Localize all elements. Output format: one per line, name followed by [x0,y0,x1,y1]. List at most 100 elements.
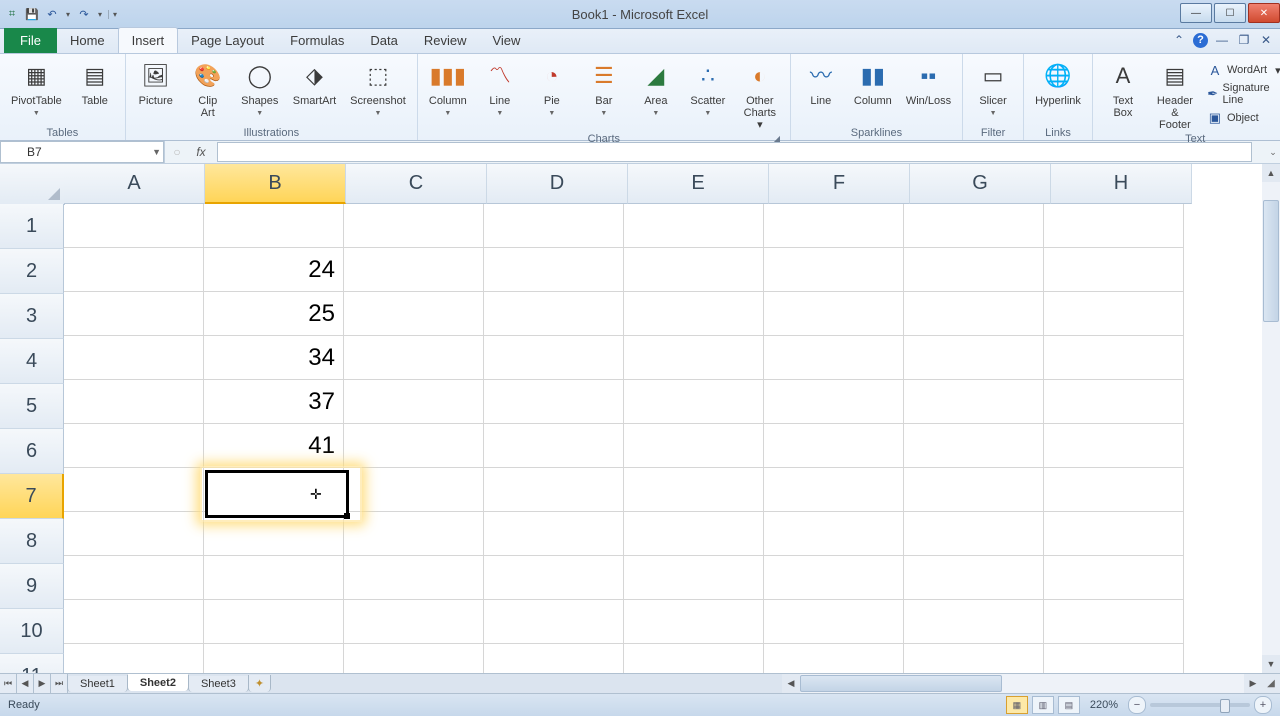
cell-A10[interactable] [64,600,204,644]
redo-dropdown-icon[interactable]: ▾ [96,10,104,19]
cell-G8[interactable] [904,512,1044,556]
cell-H7[interactable] [1044,468,1184,512]
cell-E9[interactable] [624,556,764,600]
horizontal-scrollbar[interactable]: ◀ ▶ [782,674,1262,693]
cell-H9[interactable] [1044,556,1184,600]
cell-B4[interactable]: 34 [204,336,344,380]
cell-C5[interactable] [344,380,484,424]
column-header-E[interactable]: E [628,164,769,204]
cell-C3[interactable] [344,292,484,336]
cell-A8[interactable] [64,512,204,556]
tab-page-layout[interactable]: Page Layout [178,28,277,53]
column-header-B[interactable]: B [205,164,346,204]
cell-E5[interactable] [624,380,764,424]
tab-home[interactable]: Home [57,28,118,53]
cell-A1[interactable] [64,204,204,248]
row-header-6[interactable]: 6 [0,429,64,474]
row-header-1[interactable]: 1 [0,204,64,249]
tab-insert[interactable]: Insert [118,27,179,53]
bar-chart-button[interactable]: ☰Bar▼ [578,58,630,122]
normal-view-button[interactable]: ▦ [1006,696,1028,714]
table-button[interactable]: ▤Table [69,58,121,109]
scroll-up-icon[interactable]: ▲ [1262,164,1280,182]
redo-icon[interactable]: ↷ [76,6,92,22]
minimize-button[interactable]: — [1180,3,1212,23]
maximize-button[interactable]: ☐ [1214,3,1246,23]
cell-E6[interactable] [624,424,764,468]
cell-A4[interactable] [64,336,204,380]
column-header-A[interactable]: A [64,164,205,204]
tab-view[interactable]: View [479,28,533,53]
cell-A9[interactable] [64,556,204,600]
excel-icon[interactable]: ⌗ [4,6,20,22]
cell-B9[interactable] [204,556,344,600]
sheet-nav-first-icon[interactable]: ⏮ [0,674,17,693]
cell-D9[interactable] [484,556,624,600]
cell-G9[interactable] [904,556,1044,600]
cell-G1[interactable] [904,204,1044,248]
charts-dialog-launcher-icon[interactable]: ◢ [774,134,784,144]
column-header-D[interactable]: D [487,164,628,204]
other-charts-button[interactable]: ◐OtherCharts ▾ [734,58,786,133]
zoom-level[interactable]: 220% [1090,699,1118,711]
help-icon[interactable]: ? [1193,33,1208,48]
cell-F10[interactable] [764,600,904,644]
zoom-out-button[interactable]: − [1128,696,1146,714]
cell-C9[interactable] [344,556,484,600]
cell-G7[interactable] [904,468,1044,512]
cell-D3[interactable] [484,292,624,336]
smartart-button[interactable]: ⬗SmartArt [286,58,343,109]
cell-G3[interactable] [904,292,1044,336]
cell-A5[interactable] [64,380,204,424]
cell-E10[interactable] [624,600,764,644]
sheet-nav-prev-icon[interactable]: ◀ [17,674,34,693]
cell-H10[interactable] [1044,600,1184,644]
cell-E2[interactable] [624,248,764,292]
pivottable-button[interactable]: ▦PivotTable▼ [4,58,69,122]
workbook-close-icon[interactable]: ✕ [1258,32,1274,48]
cell-H5[interactable] [1044,380,1184,424]
row-header-3[interactable]: 3 [0,294,64,339]
cell-H2[interactable] [1044,248,1184,292]
cell-C10[interactable] [344,600,484,644]
qat-customize-icon[interactable]: ▾ [108,10,119,19]
cell-E1[interactable] [624,204,764,248]
cell-A2[interactable] [64,248,204,292]
cell-B6[interactable]: 41 [204,424,344,468]
cell-H8[interactable] [1044,512,1184,556]
sheet-nav-last-icon[interactable]: ⏭ [51,674,68,693]
cell-C7[interactable] [344,468,484,512]
cell-F9[interactable] [764,556,904,600]
cell-F1[interactable] [764,204,904,248]
cell-E7[interactable] [624,468,764,512]
cell-B3[interactable]: 25 [204,292,344,336]
cell-D1[interactable] [484,204,624,248]
vertical-scrollbar[interactable]: ▲ ▼ [1262,164,1280,673]
cell-H4[interactable] [1044,336,1184,380]
header-footer-button[interactable]: ▤Header& Footer [1149,58,1201,133]
cell-E3[interactable] [624,292,764,336]
area-chart-button[interactable]: ◢Area▼ [630,58,682,122]
scroll-down-icon[interactable]: ▼ [1262,655,1280,673]
page-break-view-button[interactable]: ▤ [1058,696,1080,714]
cell-C4[interactable] [344,336,484,380]
zoom-slider[interactable] [1150,703,1250,707]
slicer-button[interactable]: ▭Slicer▼ [967,58,1019,122]
textbox-button[interactable]: ATextBox [1097,58,1149,121]
cell-E4[interactable] [624,336,764,380]
picture-button[interactable]: 🖼Picture [130,58,182,109]
close-button[interactable]: ✕ [1248,3,1280,23]
fx-icon[interactable]: fx [189,141,213,163]
tab-review[interactable]: Review [411,28,480,53]
clipart-button[interactable]: 🎨ClipArt [182,58,234,121]
cell-F3[interactable] [764,292,904,336]
tab-file[interactable]: File [4,28,57,53]
tab-formulas[interactable]: Formulas [277,28,357,53]
row-header-8[interactable]: 8 [0,519,64,564]
cell-H3[interactable] [1044,292,1184,336]
pie-chart-button[interactable]: ◔Pie▼ [526,58,578,122]
sheet-tab-sheet1[interactable]: Sheet1 [67,676,128,692]
cell-F2[interactable] [764,248,904,292]
sheet-tab-sheet2[interactable]: Sheet2 [127,674,189,691]
cell-G5[interactable] [904,380,1044,424]
